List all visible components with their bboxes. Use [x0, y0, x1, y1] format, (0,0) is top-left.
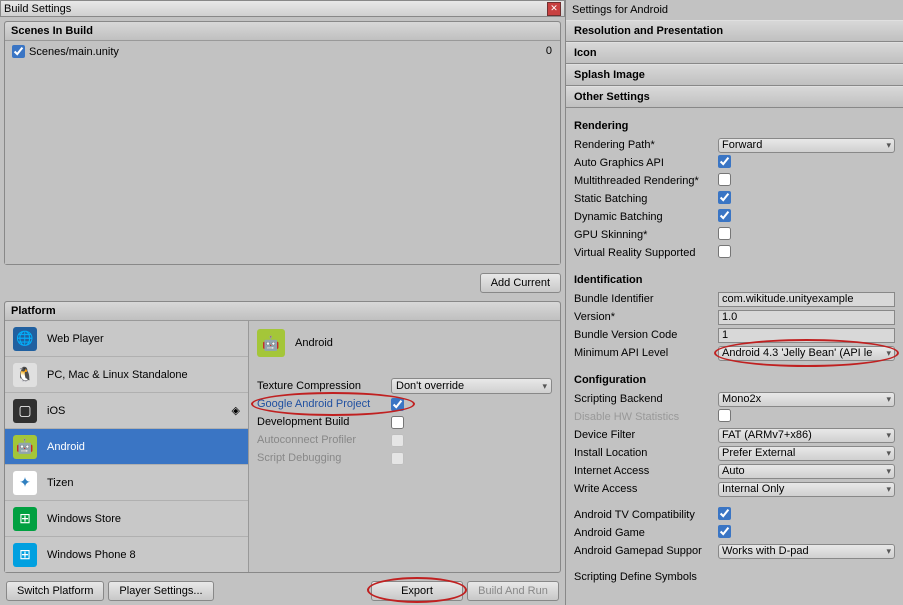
scene-name: Scenes/main.unity: [29, 46, 119, 58]
dev-build-checkbox[interactable]: [391, 416, 404, 429]
install-location-dropdown[interactable]: Prefer External▾: [718, 446, 895, 461]
version-code-input[interactable]: [718, 328, 895, 343]
autoconnect-checkbox[interactable]: [391, 434, 404, 447]
write-access-dropdown[interactable]: Internal Only▾: [718, 482, 895, 497]
platform-item-wp8[interactable]: ⊞Windows Phone 8: [5, 537, 248, 572]
dev-build-label: Development Build: [257, 416, 391, 428]
android-game-checkbox[interactable]: [718, 525, 731, 538]
auto-gfx-checkbox[interactable]: [718, 155, 731, 168]
multithread-checkbox[interactable]: [718, 173, 731, 186]
device-filter-dropdown[interactable]: FAT (ARMv7+x86)▾: [718, 428, 895, 443]
section-icon[interactable]: Icon: [566, 42, 903, 64]
export-button[interactable]: Export: [371, 581, 463, 601]
identification-title: Identification: [574, 274, 895, 286]
scenes-list[interactable]: Scenes/main.unity 0: [5, 41, 560, 264]
gamepad-support-dropdown[interactable]: Works with D-pad▾: [718, 544, 895, 559]
build-and-run-button[interactable]: Build And Run: [467, 581, 559, 601]
hw-stats-checkbox[interactable]: [718, 409, 731, 422]
unity-icon: ◈: [232, 404, 240, 417]
android-icon: 🤖: [257, 329, 285, 357]
close-button[interactable]: ✕: [547, 2, 561, 16]
internet-access-dropdown[interactable]: Auto▾: [718, 464, 895, 479]
gpu-skin-checkbox[interactable]: [718, 227, 731, 240]
dynamic-batch-checkbox[interactable]: [718, 209, 731, 222]
section-resolution[interactable]: Resolution and Presentation: [566, 20, 903, 42]
google-android-checkbox[interactable]: [391, 398, 404, 411]
platform-list[interactable]: 🌐Web Player 🐧PC, Mac & Linux Standalone …: [5, 321, 249, 572]
platform-item-android[interactable]: 🤖Android: [5, 429, 248, 465]
section-splash[interactable]: Splash Image: [566, 64, 903, 86]
window-titlebar: Build Settings ✕: [0, 0, 565, 17]
bundle-id-input[interactable]: [718, 292, 895, 307]
min-api-dropdown[interactable]: Android 4.3 'Jelly Bean' (API le▾: [718, 346, 895, 361]
scenes-header: Scenes In Build: [5, 22, 560, 41]
switch-platform-button[interactable]: Switch Platform: [6, 581, 104, 601]
scene-index: 0: [546, 45, 552, 57]
rendering-path-dropdown[interactable]: Forward▾: [718, 138, 895, 153]
platform-detail-title: Android: [295, 337, 333, 349]
section-other[interactable]: Other Settings: [566, 86, 903, 108]
add-current-button[interactable]: Add Current: [480, 273, 561, 293]
scripting-backend-dropdown[interactable]: Mono2x▾: [718, 392, 895, 407]
platform-item-winstore[interactable]: ⊞Windows Store: [5, 501, 248, 537]
configuration-title: Configuration: [574, 374, 895, 386]
player-settings-button[interactable]: Player Settings...: [108, 581, 213, 601]
android-tv-checkbox[interactable]: [718, 507, 731, 520]
script-debug-checkbox[interactable]: [391, 452, 404, 465]
vr-checkbox[interactable]: [718, 245, 731, 258]
platform-header: Platform: [5, 302, 560, 321]
texture-compression-label: Texture Compression: [257, 380, 391, 392]
scene-row[interactable]: Scenes/main.unity 0: [8, 44, 557, 59]
chevron-down-icon: ▾: [542, 381, 547, 392]
inspector-title: Settings for Android: [566, 0, 903, 20]
script-debug-label: Script Debugging: [257, 452, 391, 464]
scene-checkbox[interactable]: [12, 45, 25, 58]
version-input[interactable]: [718, 310, 895, 325]
static-batch-checkbox[interactable]: [718, 191, 731, 204]
autoconnect-label: Autoconnect Profiler: [257, 434, 391, 446]
platform-item-webplayer[interactable]: 🌐Web Player: [5, 321, 248, 357]
texture-compression-dropdown[interactable]: Don't override▾: [391, 378, 552, 394]
platform-item-tizen[interactable]: ✦Tizen: [5, 465, 248, 501]
platform-item-ios[interactable]: ▢iOS◈: [5, 393, 248, 429]
rendering-title: Rendering: [574, 120, 895, 132]
platform-item-standalone[interactable]: 🐧PC, Mac & Linux Standalone: [5, 357, 248, 393]
window-title: Build Settings: [4, 3, 71, 15]
platform-detail: 🤖 Android Texture Compression Don't over…: [249, 321, 560, 572]
inspector-panel: Settings for Android Resolution and Pres…: [565, 0, 903, 605]
google-android-label: Google Android Project: [257, 398, 391, 410]
